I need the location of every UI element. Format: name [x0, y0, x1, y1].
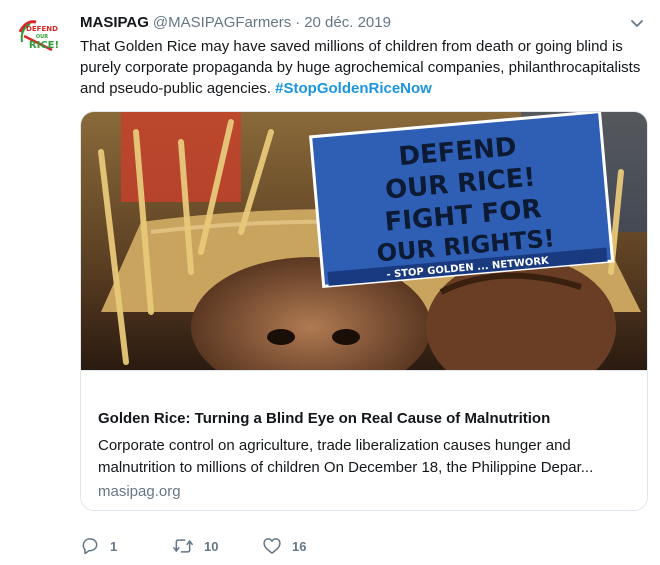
- protest-photo: DEFEND OUR RICE! FIGHT FOR OUR RIGHTS! -…: [81, 112, 647, 397]
- display-name[interactable]: MASIPAG: [80, 14, 149, 31]
- logo-text-line1: DEFEND: [26, 25, 58, 33]
- more-options-button[interactable]: [628, 14, 646, 32]
- masipag-logo-icon: DEFEND OUR RICE!: [12, 12, 64, 64]
- tweet-header: MASIPAG @MASIPAGFarmers · 20 déc. 2019: [80, 13, 640, 33]
- like-button[interactable]: 16: [262, 534, 306, 558]
- card-image[interactable]: DEFEND OUR RICE! FIGHT FOR OUR RIGHTS! -…: [81, 112, 647, 397]
- link-card[interactable]: DEFEND OUR RICE! FIGHT FOR OUR RIGHTS! -…: [80, 111, 648, 511]
- like-count: 16: [292, 538, 307, 554]
- tweet-text: That Golden Rice may have saved millions…: [80, 36, 648, 99]
- card-title[interactable]: Golden Rice: Turning a Blind Eye on Real…: [98, 409, 638, 429]
- heart-icon: [263, 538, 281, 554]
- reply-button[interactable]: 1: [80, 534, 117, 558]
- reply-icon: [82, 538, 98, 555]
- logo-text-line3: RICE!: [29, 40, 59, 51]
- tweet[interactable]: DEFEND OUR RICE! MASIPAG @MASIPAGFarmers ·…: [0, 0, 660, 565]
- card-body[interactable]: Golden Rice: Turning a Blind Eye on Real…: [81, 370, 647, 510]
- hashtag-link[interactable]: #StopGoldenRiceNow: [275, 80, 432, 97]
- user-handle[interactable]: @MASIPAGFarmers: [153, 14, 291, 31]
- avatar[interactable]: DEFEND OUR RICE!: [12, 12, 64, 64]
- card-description: Corporate control on agriculture, trade …: [98, 437, 594, 476]
- tweet-actions: 1 10 16: [80, 534, 480, 558]
- reply-count: 1: [110, 538, 118, 554]
- tweet-date[interactable]: 20 déc. 2019: [304, 14, 391, 31]
- retweet-icon: [173, 539, 193, 553]
- retweet-count: 10: [204, 538, 219, 554]
- card-domain[interactable]: masipag.org: [98, 482, 181, 502]
- retweet-button[interactable]: 10: [172, 534, 218, 558]
- header-separator: ·: [295, 14, 301, 31]
- chevron-down-icon: [631, 20, 643, 27]
